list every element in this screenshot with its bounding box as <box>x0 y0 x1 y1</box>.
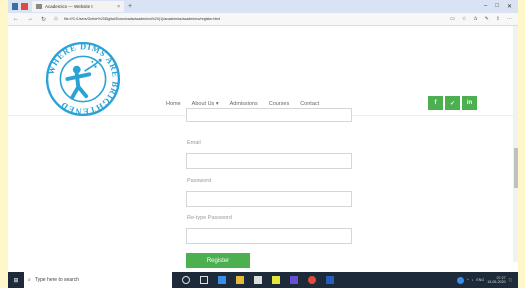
scrollbar-thumb[interactable] <box>514 148 518 188</box>
register-button[interactable]: Register <box>186 253 250 268</box>
browser-icon <box>12 3 18 10</box>
search-icon: ⌕ <box>28 277 31 283</box>
tab-actions-icon[interactable] <box>21 3 28 10</box>
home-button[interactable]: ⌂ <box>54 16 58 23</box>
register-form: Email Password Re-type Password Register <box>8 108 518 268</box>
nav-courses[interactable]: Courses <box>269 101 289 107</box>
lang-indicator[interactable]: ENG <box>476 278 484 282</box>
nav-buttons: ← → ↻ ⌂ <box>8 16 60 23</box>
notifications-icon[interactable]: ▢ <box>509 278 512 282</box>
refresh-button[interactable]: ↻ <box>41 16 46 23</box>
share-icon[interactable]: ⇪ <box>496 16 500 22</box>
nav-admissions[interactable]: Admissions <box>230 101 258 107</box>
social-links: f ✓ in <box>428 96 477 110</box>
browser-window: Academics — Website t × + – □ ✕ ← → ↻ ⌂ … <box>8 0 518 288</box>
nav-contact[interactable]: Contact <box>300 101 319 107</box>
back-button[interactable]: ← <box>13 16 19 23</box>
app-icon[interactable] <box>290 276 298 284</box>
new-tab-button[interactable]: + <box>128 3 132 10</box>
edge-icon[interactable] <box>218 276 226 284</box>
taskbar-apps <box>182 276 334 284</box>
clock-date: 15-05-2020 <box>487 280 506 284</box>
task-view-icon[interactable] <box>200 276 208 284</box>
nav-home[interactable]: Home <box>166 101 181 107</box>
retype-password-field[interactable] <box>186 228 352 244</box>
pen-icon[interactable]: ✎ <box>485 16 489 22</box>
store-icon[interactable] <box>254 276 262 284</box>
taskbar-search[interactable]: ⌕ Type here to search <box>24 272 172 288</box>
maximize-button[interactable]: □ <box>495 3 499 10</box>
page-favicon-icon <box>36 4 42 9</box>
email-field[interactable] <box>186 153 352 169</box>
tray-chevron-icon[interactable]: ^ <box>467 278 469 282</box>
chrome-icon[interactable] <box>308 276 316 284</box>
nav-about-us[interactable]: About Us ▾ <box>192 101 219 107</box>
clock[interactable]: 07:27 15-05-2020 <box>487 276 505 285</box>
password-field[interactable] <box>186 191 352 207</box>
volume-icon[interactable]: ♪ <box>472 278 474 282</box>
cortana-icon[interactable] <box>182 276 190 284</box>
linkedin-icon[interactable]: in <box>462 96 477 110</box>
password-label: Password <box>187 178 212 184</box>
svg-text:WHERE DIMS ARE BRIGHTENED: WHERE DIMS ARE BRIGHTENED <box>46 41 121 116</box>
site-logo[interactable]: WHERE DIMS ARE BRIGHTENED <box>44 40 122 118</box>
windows-start-icon[interactable]: ⊞ <box>8 272 24 288</box>
minimize-button[interactable]: – <box>484 3 487 10</box>
tray-app-icon[interactable] <box>456 276 464 284</box>
retype-password-label: Re-type Password <box>187 215 232 221</box>
url-field[interactable]: file:///C:/Users/Grebe%20Digital/Downloa… <box>60 17 444 21</box>
favorite-star-icon[interactable]: ☆ <box>462 16 466 22</box>
browser-toolbar: ▭ ☆ ✰ ✎ ⇪ ··· <box>444 16 518 22</box>
forward-button[interactable]: → <box>27 16 33 23</box>
app-icon[interactable] <box>272 276 280 284</box>
word-icon[interactable] <box>326 276 334 284</box>
email-label: Email <box>187 140 201 146</box>
reading-view-icon[interactable]: ▭ <box>450 16 455 22</box>
search-placeholder: Type here to search <box>34 277 80 283</box>
window-controls: – □ ✕ <box>484 3 518 10</box>
file-explorer-icon[interactable] <box>236 276 244 284</box>
more-icon[interactable]: ··· <box>507 16 512 22</box>
previous-field[interactable] <box>186 108 352 122</box>
page-scrollbar[interactable] <box>513 26 518 262</box>
browser-tab[interactable]: Academics — Website t × <box>32 1 124 12</box>
tab-bar: Academics — Website t × + – □ ✕ <box>8 0 518 13</box>
address-bar-row: ← → ↻ ⌂ file:///C:/Users/Grebe%20Digital… <box>8 13 518 26</box>
system-tray: ^ ♪ ENG 07:27 15-05-2020 ▢ <box>456 276 518 285</box>
main-nav: Home About Us ▾ Admissions Courses Conta… <box>166 101 330 107</box>
tab-title: Academics — Website t <box>45 4 93 9</box>
windows-taskbar: ⊞ ⌕ Type here to search ^ ♪ ENG 07:27 15… <box>8 272 518 288</box>
close-window-button[interactable]: ✕ <box>507 3 512 10</box>
favorites-icon[interactable]: ✰ <box>473 16 477 22</box>
twitter-icon[interactable]: ✓ <box>445 96 460 110</box>
site-header: WHERE DIMS ARE BRIGHTENED Home About Us … <box>8 26 518 118</box>
tab-close-button[interactable]: × <box>117 4 120 10</box>
facebook-icon[interactable]: f <box>428 96 443 110</box>
